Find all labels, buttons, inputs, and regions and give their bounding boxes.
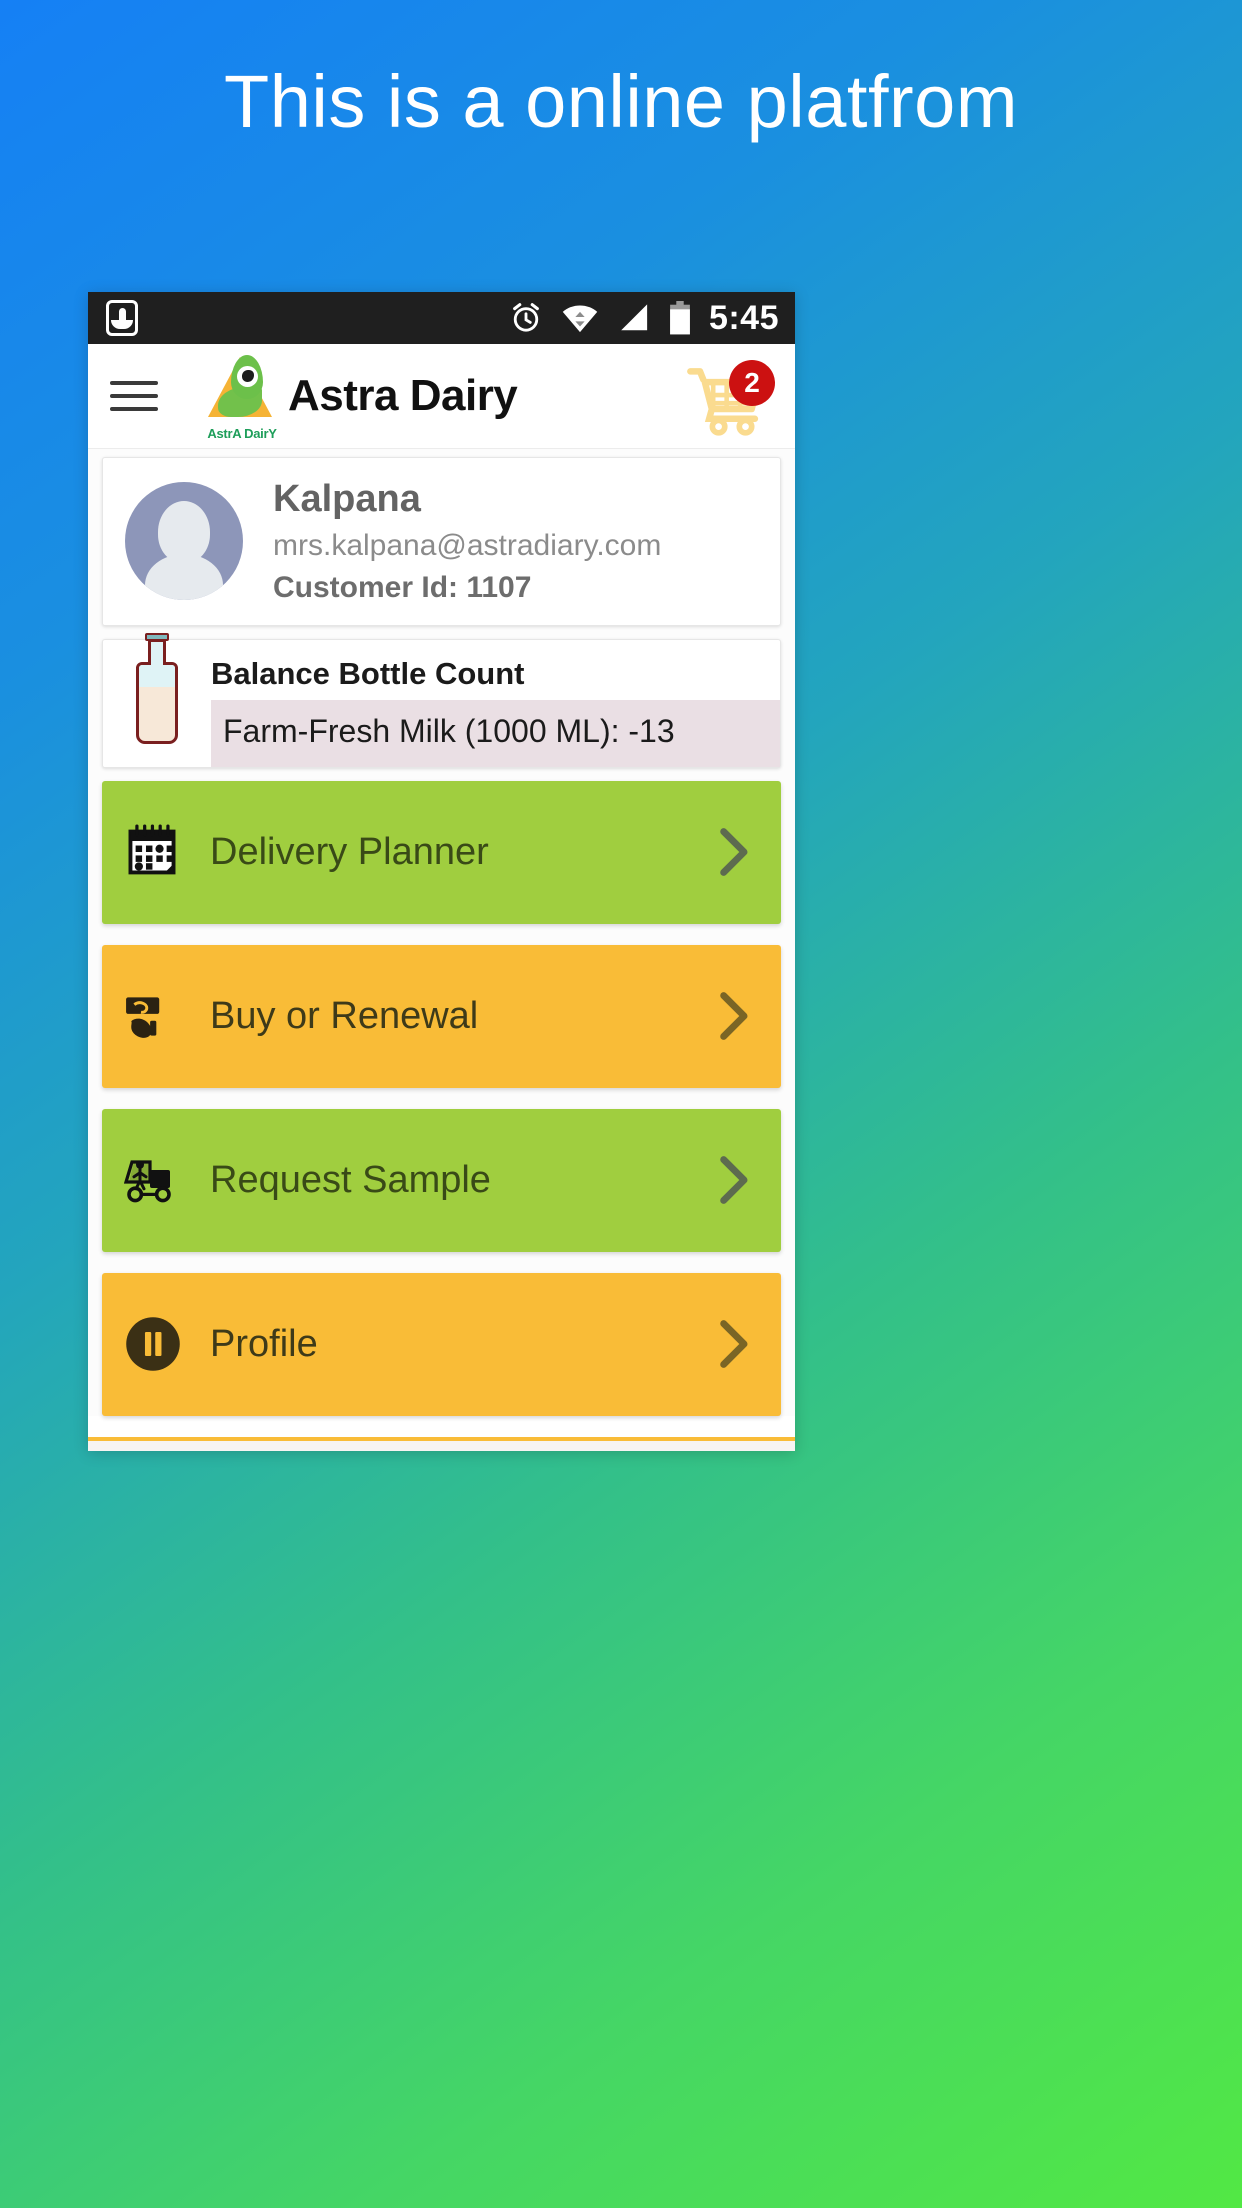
profile-card[interactable]: Kalpana mrs.kalpana@astradiary.com Custo…	[102, 457, 781, 626]
menu-item-buy-or-renewal[interactable]: Buy or Renewal	[102, 944, 781, 1088]
logo-caption: AstrA DairY	[207, 426, 277, 441]
app-title: Astra Dairy	[288, 371, 518, 420]
signal-icon	[621, 304, 648, 331]
brand-block: AstrA DairY Astra Dairy	[206, 353, 518, 441]
phone-screenshot: 5:45 AstrA DairY Astra Dairy 2 Kalpana m…	[88, 292, 795, 1451]
pause-circle-icon	[126, 1317, 180, 1371]
leaf-app-icon	[106, 300, 138, 336]
calendar-icon	[128, 824, 176, 875]
cart-button[interactable]: 2	[685, 360, 775, 436]
chevron-right-icon	[715, 991, 755, 1041]
milk-bottle-icon	[136, 633, 178, 745]
tab-delivery-plan[interactable]: Delivery Plan	[324, 1441, 560, 1451]
profile-customer-id: Customer Id: 1107	[273, 570, 532, 604]
balance-row: Farm-Fresh Milk (1000 ML): -13	[211, 699, 780, 767]
menu-item-request-sample[interactable]: Request Sample	[102, 1108, 781, 1252]
android-status-bar: 5:45	[88, 292, 795, 344]
menu-item-profile[interactable]: Profile	[102, 1272, 781, 1416]
wifi-icon	[562, 305, 598, 333]
tab-home[interactable]: Home	[88, 1441, 324, 1451]
page-headline: This is a online platfrom	[224, 60, 1018, 143]
battery-icon	[670, 301, 690, 335]
hamburger-icon[interactable]	[110, 381, 158, 411]
menu-label: Delivery Planner	[210, 830, 489, 873]
tab-buy[interactable]: Buy	[559, 1441, 795, 1451]
profile-name: Kalpana	[273, 478, 421, 520]
hand-money-icon	[126, 997, 160, 1039]
delivery-cart-icon	[124, 1160, 171, 1203]
cart-badge: 2	[729, 360, 775, 406]
app-bar: AstrA DairY Astra Dairy 2	[88, 344, 795, 449]
menu-label: Request Sample	[210, 1158, 491, 1201]
chevron-right-icon	[715, 1319, 755, 1369]
chevron-right-icon	[715, 827, 755, 877]
bottom-tab-bar: Home Delivery Plan	[88, 1436, 795, 1451]
status-bar-clock: 5:45	[708, 298, 779, 337]
balance-title: Balance Bottle Count	[211, 655, 525, 691]
screen-content: Kalpana mrs.kalpana@astradiary.com Custo…	[88, 449, 795, 1416]
menu-label: Buy or Renewal	[210, 994, 479, 1037]
profile-email: mrs.kalpana@astradiary.com	[273, 528, 662, 562]
avatar	[125, 482, 243, 601]
balance-bottle-card: Balance Bottle Count Farm-Fresh Milk (10…	[102, 633, 781, 768]
menu-label: Profile	[210, 1322, 318, 1365]
astra-dairy-logo-icon: AstrA DairY	[206, 353, 277, 441]
alarm-icon	[513, 303, 539, 332]
chevron-right-icon	[715, 1155, 755, 1205]
menu-item-delivery-planner[interactable]: Delivery Planner	[102, 780, 781, 924]
